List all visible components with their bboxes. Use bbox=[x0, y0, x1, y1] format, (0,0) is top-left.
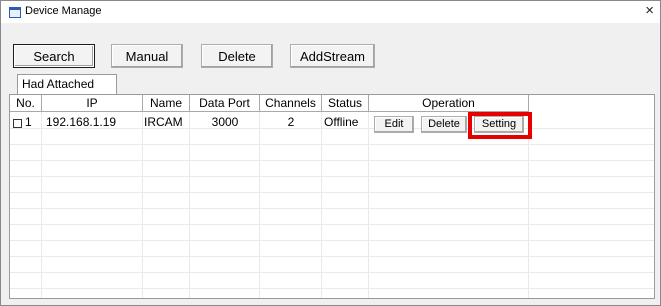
manual-button[interactable]: Manual bbox=[111, 44, 183, 68]
tab-had-attached[interactable]: Had Attached bbox=[17, 74, 117, 94]
delete-button[interactable]: Delete bbox=[201, 44, 273, 68]
column-header-channels[interactable]: Channels bbox=[260, 95, 322, 112]
add-stream-button[interactable]: AddStream bbox=[290, 44, 375, 68]
row-checkbox[interactable] bbox=[13, 119, 22, 128]
close-icon[interactable]: × bbox=[645, 2, 654, 20]
column-header-name[interactable]: Name bbox=[143, 95, 190, 112]
window-title: Device Manage bbox=[25, 5, 102, 17]
app-icon bbox=[9, 7, 21, 18]
row-delete-button[interactable]: Delete bbox=[421, 116, 467, 133]
cell-channels: 2 bbox=[287, 115, 295, 129]
cell-no: 1 bbox=[25, 115, 32, 129]
cell-status: Offline bbox=[324, 115, 359, 129]
cell-ip: 192.168.1.19 bbox=[46, 115, 117, 129]
device-table: No. IP Name Data Port Channels Status Op… bbox=[9, 94, 655, 299]
column-header-status[interactable]: Status bbox=[322, 95, 369, 112]
column-header-data-port[interactable]: Data Port bbox=[190, 95, 260, 112]
setting-highlight-box bbox=[468, 112, 532, 139]
device-manage-window: Device Manage × Search Manual Delete Add… bbox=[0, 0, 661, 306]
edit-button[interactable]: Edit bbox=[374, 116, 414, 133]
cell-data-port: 3000 bbox=[211, 115, 239, 129]
column-header-no[interactable]: No. bbox=[10, 95, 42, 112]
cell-name: IRCAM bbox=[144, 115, 183, 129]
column-header-ip[interactable]: IP bbox=[42, 95, 143, 112]
title-bar: Device Manage × bbox=[1, 1, 660, 23]
search-button[interactable]: Search bbox=[13, 44, 95, 68]
column-header-operation[interactable]: Operation bbox=[369, 95, 529, 112]
